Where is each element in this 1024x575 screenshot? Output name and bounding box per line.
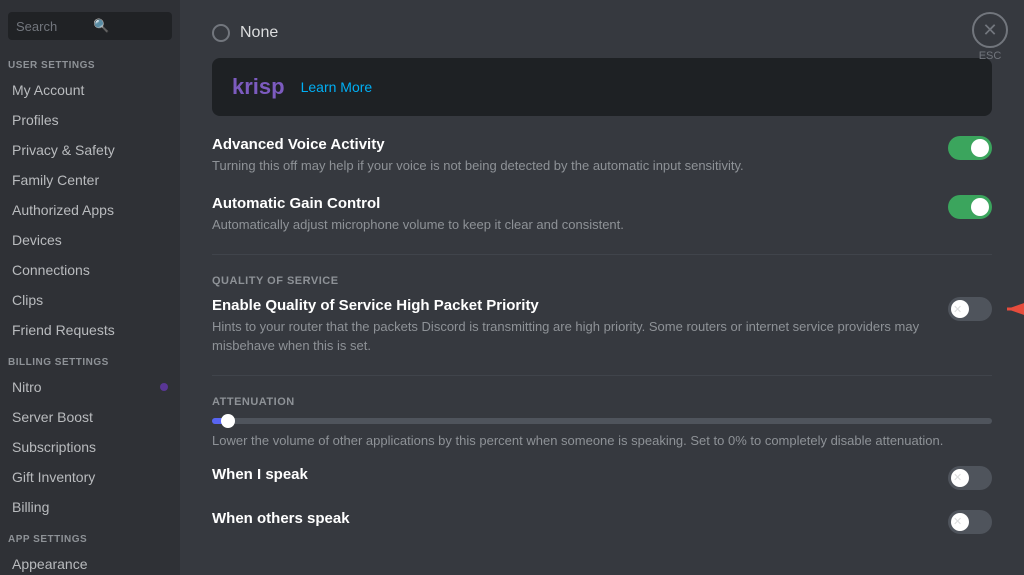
when-i-speak-info: When I speak xyxy=(212,466,948,487)
attenuation-label: ATTENUATION xyxy=(212,396,992,408)
divider-attenuation xyxy=(212,375,992,376)
qos-toggle-container: ✕ xyxy=(948,297,992,321)
automatic-gain-control-title: Automatic Gain Control xyxy=(212,195,928,212)
none-radio[interactable] xyxy=(212,24,230,42)
qos-title: Enable Quality of Service High Packet Pr… xyxy=(212,297,928,314)
search-bar[interactable]: Search 🔍 xyxy=(8,12,172,40)
qos-info: Enable Quality of Service High Packet Pr… xyxy=(212,297,948,354)
esc-label: ESC xyxy=(979,50,1002,62)
slider-thumb[interactable] xyxy=(221,414,235,428)
search-icon: 🔍 xyxy=(93,18,164,34)
when-others-speak-toggle[interactable]: ✕ xyxy=(948,510,992,534)
advanced-voice-activity-desc: Turning this off may help if your voice … xyxy=(212,157,928,175)
none-option[interactable]: None xyxy=(212,24,992,42)
sidebar-item-privacy-safety[interactable]: Privacy & Safety xyxy=(4,136,176,164)
when-others-speak-info: When others speak xyxy=(212,510,948,531)
sidebar: Search 🔍 USER SETTINGS My Account Profil… xyxy=(0,0,180,575)
qos-section-label: QUALITY OF SERVICE xyxy=(212,275,992,287)
section-user-settings: USER SETTINGS xyxy=(0,48,180,75)
when-others-speak-label: When others speak xyxy=(212,510,928,527)
sidebar-item-authorized-apps[interactable]: Authorized Apps xyxy=(4,196,176,224)
toggle-check-icon: ✓ xyxy=(979,142,988,155)
automatic-gain-control-info: Automatic Gain Control Automatically adj… xyxy=(212,195,948,234)
automatic-gain-control-desc: Automatically adjust microphone volume t… xyxy=(212,216,928,234)
when-i-speak-label: When I speak xyxy=(212,466,928,483)
sidebar-item-subscriptions[interactable]: Subscriptions xyxy=(4,433,176,461)
section-billing-settings: BILLING SETTINGS xyxy=(0,345,180,372)
sidebar-item-devices[interactable]: Devices xyxy=(4,226,176,254)
automatic-gain-control-row: Automatic Gain Control Automatically adj… xyxy=(212,195,992,234)
sidebar-item-billing[interactable]: Billing xyxy=(4,493,176,521)
sidebar-item-gift-inventory[interactable]: Gift Inventory xyxy=(4,463,176,491)
main-content: ✕ ESC None krisp Learn More Advanced Voi… xyxy=(180,0,1024,575)
when-i-speak-row: When I speak ✕ xyxy=(212,466,992,490)
search-label: Search xyxy=(16,19,87,34)
sidebar-item-family-center[interactable]: Family Center xyxy=(4,166,176,194)
sidebar-item-friend-requests[interactable]: Friend Requests xyxy=(4,316,176,344)
toggle-x-others: ✕ xyxy=(953,515,962,528)
sidebar-item-appearance[interactable]: Appearance xyxy=(4,550,176,575)
sidebar-item-connections[interactable]: Connections xyxy=(4,256,176,284)
section-app-settings: APP SETTINGS xyxy=(0,522,180,549)
qos-setting-row: Enable Quality of Service High Packet Pr… xyxy=(212,297,992,354)
advanced-voice-activity-info: Advanced Voice Activity Turning this off… xyxy=(212,136,948,175)
qos-section: QUALITY OF SERVICE Enable Quality of Ser… xyxy=(212,275,992,354)
toggle-x-speak: ✕ xyxy=(953,471,962,484)
when-others-speak-row: When others speak ✕ xyxy=(212,510,992,534)
attenuation-desc: Lower the volume of other applications b… xyxy=(212,432,992,450)
qos-desc: Hints to your router that the packets Di… xyxy=(212,318,928,354)
sidebar-item-my-account[interactable]: My Account xyxy=(4,76,176,104)
sidebar-item-nitro[interactable]: Nitro xyxy=(4,373,176,401)
advanced-voice-activity-row: Advanced Voice Activity Turning this off… xyxy=(212,136,992,175)
advanced-voice-activity-toggle[interactable]: ✓ xyxy=(948,136,992,160)
slider-container[interactable] xyxy=(212,418,992,424)
red-arrow-indicator xyxy=(1002,294,1024,324)
none-label: None xyxy=(240,24,278,42)
sidebar-item-clips[interactable]: Clips xyxy=(4,286,176,314)
esc-circle: ✕ xyxy=(972,12,1008,48)
slider-track xyxy=(212,418,992,424)
qos-toggle[interactable]: ✕ xyxy=(948,297,992,321)
esc-button[interactable]: ✕ ESC xyxy=(972,12,1008,62)
krisp-logo: krisp xyxy=(232,74,285,100)
learn-more-link[interactable]: Learn More xyxy=(301,79,373,95)
krisp-banner: krisp Learn More xyxy=(212,58,992,116)
sidebar-item-profiles[interactable]: Profiles xyxy=(4,106,176,134)
toggle-x-icon: ✕ xyxy=(953,303,962,316)
sidebar-item-server-boost[interactable]: Server Boost xyxy=(4,403,176,431)
when-i-speak-toggle[interactable]: ✕ xyxy=(948,466,992,490)
toggle-check-icon-2: ✓ xyxy=(979,201,988,214)
attenuation-section: ATTENUATION Lower the volume of other ap… xyxy=(212,396,992,450)
nitro-badge xyxy=(160,383,168,391)
automatic-gain-control-toggle[interactable]: ✓ xyxy=(948,195,992,219)
divider-qos xyxy=(212,254,992,255)
advanced-voice-activity-title: Advanced Voice Activity xyxy=(212,136,928,153)
